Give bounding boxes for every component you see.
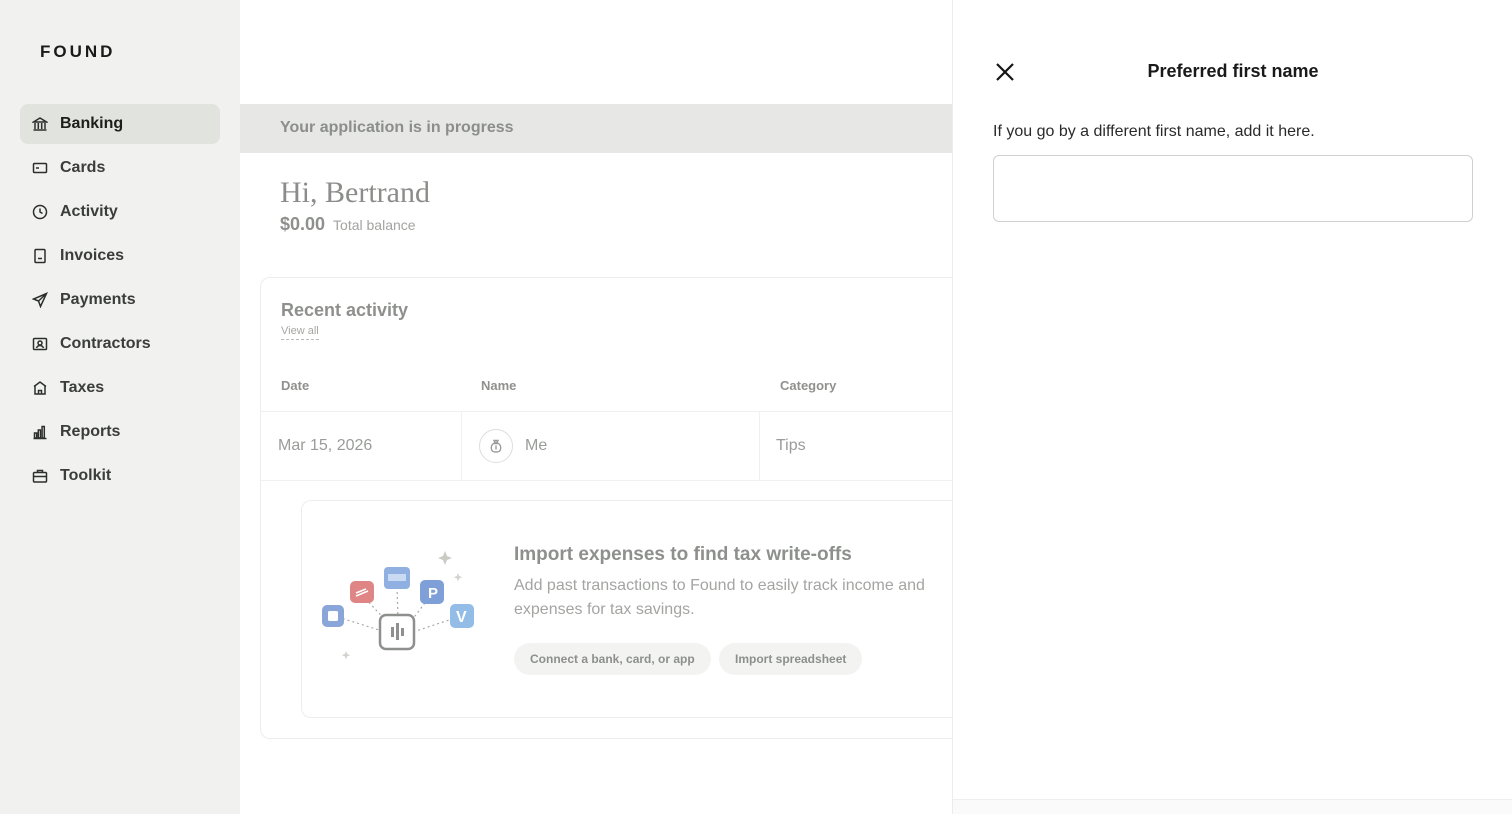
- sidebar-item-toolkit[interactable]: Toolkit: [20, 456, 220, 496]
- balance: $0.00 Total balance: [280, 214, 416, 235]
- connect-bank-button[interactable]: Connect a bank, card, or app: [514, 643, 711, 675]
- panel-title: Preferred first name: [1147, 61, 1319, 81]
- row-date: Mar 15, 2026: [278, 437, 373, 454]
- table-row[interactable]: Mar 15, 2026 Me Tips: [261, 411, 973, 481]
- import-title: Import expenses to find tax write-offs: [514, 544, 852, 565]
- sidebar-item-label: Invoices: [60, 247, 125, 264]
- svg-text:V: V: [456, 609, 467, 626]
- card-icon: [32, 160, 48, 176]
- sidebar-item-reports[interactable]: Reports: [20, 412, 220, 452]
- sidebar-item-label: Reports: [60, 423, 121, 440]
- contractor-icon: [32, 336, 48, 352]
- balance-amount: $0.00: [280, 214, 326, 234]
- sidebar: FOUND Banking Cards Activity Invoices Pa…: [0, 0, 240, 814]
- send-icon: [32, 292, 48, 308]
- sidebar-nav: Banking Cards Activity Invoices Payments: [20, 104, 220, 500]
- panel-description: If you go by a different first name, add…: [993, 123, 1315, 140]
- sidebar-item-contractors[interactable]: Contractors: [20, 324, 220, 364]
- import-description: Add past transactions to Found to easily…: [514, 577, 925, 618]
- column-date[interactable]: Date: [281, 378, 309, 393]
- import-expenses-card: P V Import expenses to find tax write-of…: [301, 500, 981, 718]
- column-category[interactable]: Category: [780, 378, 836, 393]
- bar-chart-icon: [32, 424, 48, 440]
- briefcase-icon: [32, 468, 48, 484]
- column-divider: [461, 412, 462, 480]
- tax-building-icon: [32, 380, 48, 396]
- invoice-icon: [32, 248, 48, 264]
- sidebar-item-invoices[interactable]: Invoices: [20, 236, 220, 276]
- preferred-name-input[interactable]: [993, 155, 1473, 222]
- sidebar-item-banking[interactable]: Banking: [20, 104, 220, 144]
- logo: FOUND: [40, 42, 116, 61]
- view-all-link[interactable]: View all: [281, 325, 319, 340]
- sidebar-item-label: Activity: [60, 203, 118, 220]
- svg-text:P: P: [428, 585, 438, 602]
- column-divider: [759, 412, 760, 480]
- clock-icon: [32, 204, 48, 220]
- table-header: Date Name Category: [261, 368, 973, 410]
- recent-activity-card: Recent activity View all Date Name Categ…: [260, 277, 981, 739]
- sidebar-item-label: Toolkit: [60, 467, 112, 484]
- application-banner: Your application is in progress: [240, 104, 952, 153]
- money-bag-icon: [490, 439, 502, 453]
- banner-text: Your application is in progress: [280, 119, 514, 136]
- sidebar-item-label: Cards: [60, 159, 106, 176]
- sidebar-item-label: Payments: [60, 291, 136, 308]
- import-spreadsheet-button[interactable]: Import spreadsheet: [719, 643, 863, 675]
- sidebar-item-label: Contractors: [60, 335, 151, 352]
- panel-footer: [953, 799, 1512, 814]
- sidebar-item-payments[interactable]: Payments: [20, 280, 220, 320]
- sidebar-item-taxes[interactable]: Taxes: [20, 368, 220, 408]
- sidebar-item-label: Taxes: [60, 379, 105, 396]
- row-name-cell: Me: [479, 412, 547, 480]
- greeting: Hi, Bertrand: [280, 176, 430, 209]
- sidebar-item-activity[interactable]: Activity: [20, 192, 220, 232]
- sidebar-item-label: Banking: [60, 115, 124, 132]
- sidebar-item-cards[interactable]: Cards: [20, 148, 220, 188]
- row-name: Me: [525, 437, 548, 454]
- recent-activity-title: Recent activity: [281, 300, 409, 320]
- bank-icon: [32, 116, 48, 132]
- avatar: [479, 429, 513, 463]
- import-illustration: P V: [320, 547, 480, 667]
- column-name[interactable]: Name: [481, 378, 516, 393]
- main-content: Your application is in progress Hi, Bert…: [240, 0, 981, 814]
- balance-label: Total balance: [333, 217, 416, 233]
- preferred-name-panel: Preferred first name If you go by a diff…: [952, 0, 1512, 814]
- row-category: Tips: [776, 437, 806, 454]
